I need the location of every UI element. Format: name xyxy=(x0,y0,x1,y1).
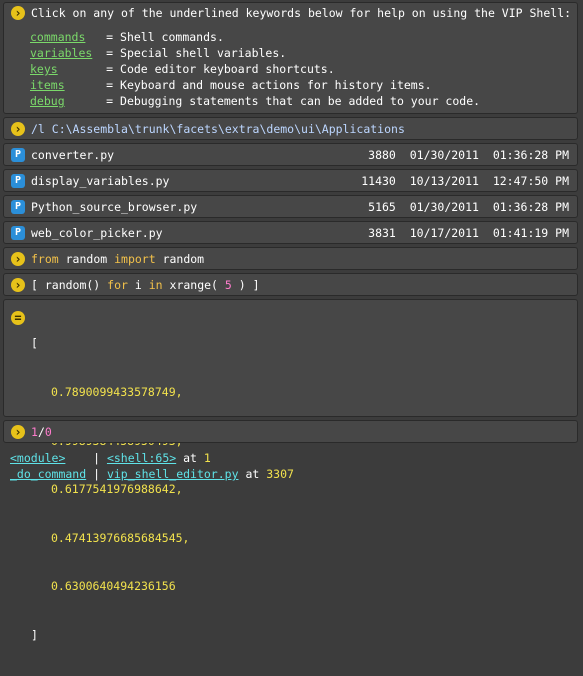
python-file-icon[interactable]: P xyxy=(11,226,25,240)
chevron-right-icon[interactable]: › xyxy=(11,122,25,136)
command-text: from random import random xyxy=(31,252,205,266)
result-list: [ 0.7890099433578749, 0.9989384458950493… xyxy=(31,303,189,676)
file-time: 01:41:19 PM xyxy=(492,226,569,240)
chevron-right-icon[interactable]: › xyxy=(11,425,25,439)
command-text: 1/0 xyxy=(31,425,52,439)
chevron-right-icon[interactable]: › xyxy=(11,252,25,266)
python-file-icon[interactable]: P xyxy=(11,200,25,214)
help-panel: › Click on any of the underlined keyword… xyxy=(3,2,578,114)
file-date: 10/13/2011 xyxy=(409,174,479,188)
help-keyword-debug[interactable]: debug xyxy=(30,94,65,108)
result-value: 0.7890099433578749, xyxy=(51,385,183,400)
file-meta: 5165 01/30/2011 01:36:28 PM xyxy=(368,197,569,217)
help-item-variables: variables = Special shell variables. xyxy=(30,46,287,60)
file-size: 5165 xyxy=(368,200,396,214)
help-item-keys: keys = Code editor keyboard shortcuts. xyxy=(30,62,335,76)
file-date: 10/17/2011 xyxy=(409,226,479,240)
result-value: 0.6300640494236156 xyxy=(51,579,176,594)
help-keyword-keys[interactable]: keys xyxy=(30,62,58,76)
result-item[interactable]: = [ 0.7890099433578749, 0.99893844589504… xyxy=(3,299,578,642)
traceback-row: <module> | <shell:65> at 1 xyxy=(10,451,211,465)
file-size: 3880 xyxy=(368,148,396,162)
file-date: 01/30/2011 xyxy=(409,200,479,214)
command-item-import[interactable]: › from random import random xyxy=(3,247,578,270)
traceback-row: _do_command | vip_shell_editor.py at 330… xyxy=(10,467,294,481)
file-row[interactable]: P converter.py 3880 01/30/2011 01:36:28 … xyxy=(3,143,578,166)
chevron-right-icon[interactable]: › xyxy=(11,6,25,20)
result-close-bracket: ] xyxy=(31,628,38,643)
command-text: /l C:\Assembla\trunk\facets\extra\demo\u… xyxy=(31,122,405,136)
file-name[interactable]: display_variables.py xyxy=(31,171,169,191)
traceback-location[interactable]: vip_shell_editor.py xyxy=(107,467,239,481)
traceback: <module> | <shell:65> at 1 _do_command |… xyxy=(10,450,294,482)
help-keyword-items[interactable]: items xyxy=(30,78,65,92)
python-file-icon[interactable]: P xyxy=(11,148,25,162)
file-size: 11430 xyxy=(361,174,396,188)
command-item-division[interactable]: › 1/0 xyxy=(3,420,578,443)
file-meta: 3831 10/17/2011 01:41:19 PM xyxy=(368,223,569,243)
help-item-items: items = Keyboard and mouse actions for h… xyxy=(30,78,432,92)
file-name[interactable]: Python_source_browser.py xyxy=(31,197,197,217)
result-value: 0.47413976685684545, xyxy=(51,530,190,545)
traceback-location[interactable]: <shell:65> xyxy=(107,451,176,465)
command-text: [ random() for i in xrange( 5 ) ] xyxy=(31,278,260,292)
chevron-right-icon[interactable]: › xyxy=(11,278,25,292)
help-keyword-variables[interactable]: variables xyxy=(30,46,92,60)
help-intro-text: Click on any of the underlined keywords … xyxy=(31,6,572,20)
command-item-listcomp[interactable]: › [ random() for i in xrange( 5 ) ] xyxy=(3,273,578,296)
result-value: 0.6177541976988642, xyxy=(51,482,183,497)
file-time: 12:47:50 PM xyxy=(492,174,569,188)
help-item-debug: debug = Debugging statements that can be… xyxy=(30,94,481,108)
command-item-path[interactable]: › /l C:\Assembla\trunk\facets\extra\demo… xyxy=(3,117,578,140)
file-meta: 11430 10/13/2011 12:47:50 PM xyxy=(361,171,569,191)
file-meta: 3880 01/30/2011 01:36:28 PM xyxy=(368,145,569,165)
file-row[interactable]: P Python_source_browser.py 5165 01/30/20… xyxy=(3,195,578,218)
help-item-commands: commands = Shell commands. xyxy=(30,30,224,44)
python-file-icon[interactable]: P xyxy=(11,174,25,188)
file-row[interactable]: P web_color_picker.py 3831 10/17/2011 01… xyxy=(3,221,578,244)
traceback-function[interactable]: _do_command xyxy=(10,467,86,481)
traceback-function[interactable]: <module> xyxy=(10,451,65,465)
file-name[interactable]: converter.py xyxy=(31,145,114,165)
file-row[interactable]: P display_variables.py 11430 10/13/2011 … xyxy=(3,169,578,192)
help-keyword-commands[interactable]: commands xyxy=(30,30,85,44)
file-time: 01:36:28 PM xyxy=(492,200,569,214)
file-name[interactable]: web_color_picker.py xyxy=(31,223,163,243)
help-intro-row: › Click on any of the underlined keyword… xyxy=(4,3,577,23)
file-size: 3831 xyxy=(368,226,396,240)
help-items: commands = Shell commands. variables = S… xyxy=(30,29,480,109)
result-open-bracket: [ xyxy=(31,336,38,351)
equals-icon[interactable]: = xyxy=(11,311,25,325)
file-date: 01/30/2011 xyxy=(409,148,479,162)
file-time: 01:36:28 PM xyxy=(492,148,569,162)
